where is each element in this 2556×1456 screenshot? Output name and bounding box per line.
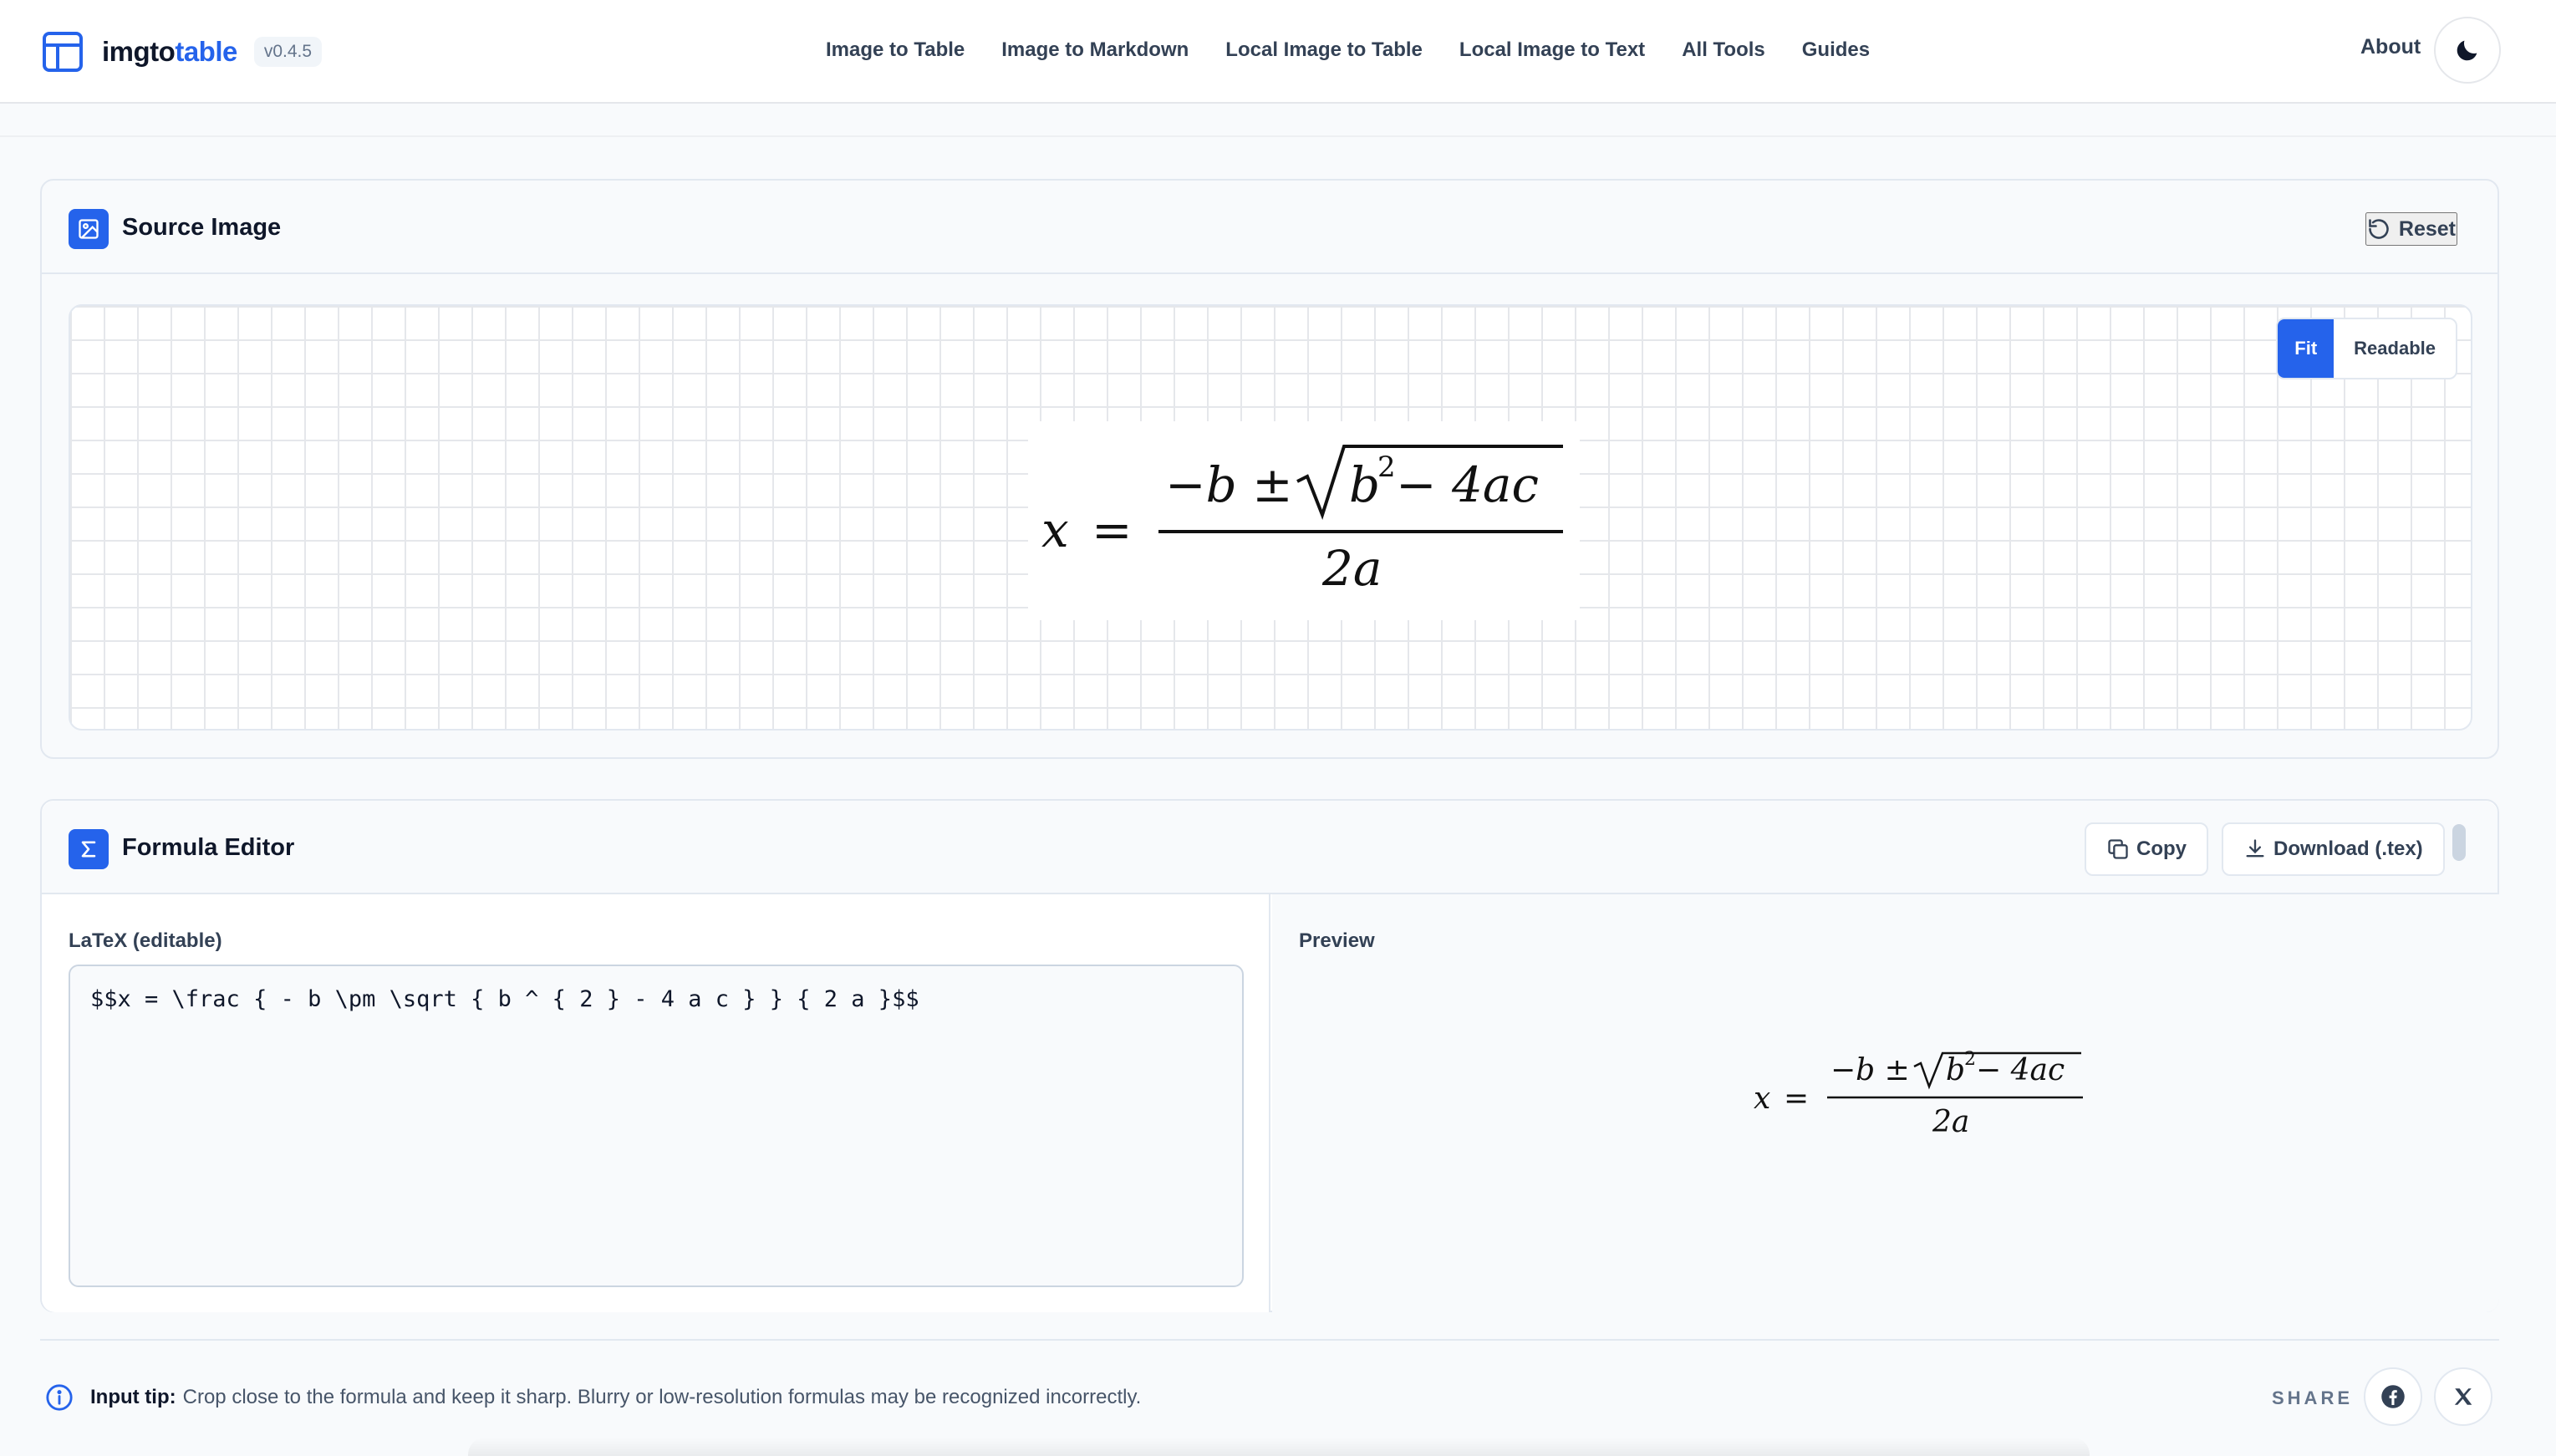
source-image-card: Source Image Reset x = −b ± b 2 − 4ac 2a <box>40 179 2499 759</box>
scrollbar-thumb[interactable] <box>2452 824 2466 861</box>
formula-radicand-base: b <box>1349 456 1380 513</box>
tip-text: Crop close to the formula and keep it sh… <box>182 1386 1142 1408</box>
formula-image-render: x = −b ± b 2 − 4ac 2a <box>1041 445 1563 597</box>
formula-radicand-exp: 2 <box>1377 451 1396 484</box>
preview-lhs: x <box>1754 1082 1770 1116</box>
formula-preview: x = −b ± b 2 − 4ac 2a <box>1750 1020 2101 1145</box>
download-label: Download (.tex) <box>2273 837 2423 860</box>
zoom-fit-button[interactable]: Fit <box>2278 319 2335 378</box>
latex-textarea[interactable]: $$x = \frac { - b \pm \sqrt { b ^ { 2 } … <box>69 965 1244 1287</box>
source-image-title: Source Image <box>122 214 282 241</box>
formula-editor-header: Formula Editor Copy Download (.tex) <box>42 801 2497 894</box>
download-icon <box>2246 839 2264 858</box>
share-x-button[interactable] <box>2434 1367 2492 1426</box>
preview-eq: = <box>1784 1082 1809 1116</box>
uploaded-formula-image: x = −b ± b 2 − 4ac 2a <box>1028 421 1580 620</box>
preview-label: Preview <box>1299 929 1375 952</box>
share-facebook-button[interactable] <box>2364 1367 2422 1426</box>
preview-radicand-base: b <box>1946 1053 1965 1087</box>
latex-label: LaTeX (editable) <box>69 929 222 952</box>
nav-about[interactable]: About <box>2360 35 2421 59</box>
nav-all-tools[interactable]: All Tools <box>1682 38 1765 62</box>
formula-preview-render: x = −b ± b 2 − 4ac 2a <box>1754 1049 2083 1139</box>
nav-image-to-markdown[interactable]: Image to Markdown <box>1001 38 1189 62</box>
formula-editor-card: Formula Editor Copy Download (.tex) LaTe… <box>40 799 2499 1312</box>
copy-label: Copy <box>2136 837 2187 860</box>
nav-guides[interactable]: Guides <box>1802 38 1870 62</box>
source-image-header: Source Image Reset <box>42 181 2497 274</box>
version-badge: v0.4.5 <box>253 37 323 67</box>
theme-toggle-button[interactable] <box>2434 17 2501 84</box>
reset-label: Reset <box>2398 216 2456 241</box>
copy-button[interactable]: Copy <box>2085 822 2208 876</box>
top-navbar: imgtotable v0.4.5 Image to Table Image t… <box>0 0 2556 104</box>
formula-numerator-pre: −b ± <box>1165 456 1293 513</box>
brand[interactable]: imgtotable v0.4.5 <box>42 28 323 75</box>
sigma-icon <box>69 829 109 869</box>
x-logo-icon <box>2454 1388 2472 1405</box>
image-canvas[interactable]: x = −b ± b 2 − 4ac 2a Fit Readable <box>69 304 2472 731</box>
preview-pane: Preview x = −b ± b 2 − 4ac 2a <box>1272 894 2499 1312</box>
nav-image-to-table[interactable]: Image to Table <box>826 38 965 62</box>
formula-lhs: x <box>1041 501 1069 558</box>
sub-bar <box>0 105 2556 137</box>
preview-denominator: 2a <box>1932 1105 1969 1139</box>
formula-editor-title: Formula Editor <box>122 834 295 861</box>
bottom-panel-edge <box>468 1438 2090 1456</box>
footer-divider <box>40 1339 2499 1341</box>
preview-radicand-exp: 2 <box>1964 1049 1976 1070</box>
formula-eq: = <box>1092 501 1133 558</box>
reset-button[interactable]: Reset <box>2365 212 2457 246</box>
zoom-toggle: Fit Readable <box>2276 318 2457 379</box>
zoom-readable-button[interactable]: Readable <box>2334 319 2456 378</box>
reset-icon <box>2369 219 2389 239</box>
table-logo-icon <box>43 32 83 72</box>
brand-name: imgtotable <box>102 36 237 67</box>
tip-label: Input tip: <box>90 1386 176 1408</box>
formula-radicand-rest: − 4ac <box>1396 456 1539 513</box>
main-nav: Image to Table Image to Markdown Local I… <box>826 33 1907 67</box>
input-tip: Input tip: Crop close to the formula and… <box>45 1382 1141 1413</box>
facebook-icon <box>2381 1385 2405 1408</box>
share-label: SHARE <box>2272 1387 2354 1408</box>
download-tex-button[interactable]: Download (.tex) <box>2222 822 2445 876</box>
copy-icon <box>2108 839 2128 859</box>
info-icon <box>46 1384 73 1411</box>
nav-local-image-to-table[interactable]: Local Image to Table <box>1225 38 1423 62</box>
nav-local-image-to-text[interactable]: Local Image to Text <box>1459 38 1645 62</box>
preview-radicand-rest: − 4ac <box>1976 1053 2065 1087</box>
preview-numerator-pre: −b ± <box>1830 1053 1910 1087</box>
image-icon <box>69 209 109 249</box>
latex-pane: LaTeX (editable) $$x = \frac { - b \pm \… <box>42 894 1270 1312</box>
moon-icon <box>2457 40 2477 61</box>
formula-denominator: 2a <box>1321 540 1382 597</box>
